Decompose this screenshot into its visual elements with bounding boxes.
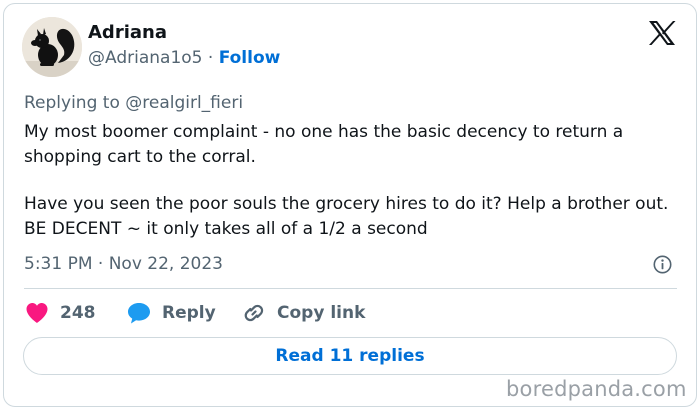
x-logo-icon[interactable] <box>648 20 676 46</box>
reply-label: Reply <box>162 303 216 323</box>
watermark: boredpanda.com <box>506 377 687 401</box>
tweet-paragraph-1: My most boomer complaint - no one has th… <box>24 122 624 167</box>
author-avatar[interactable] <box>22 17 82 77</box>
author-handle-row: @Adriana1o5 · Follow <box>88 46 280 70</box>
copy-link-label: Copy link <box>277 303 366 323</box>
author-handle[interactable]: @Adriana1o5 <box>88 48 202 68</box>
reply-button[interactable]: Reply <box>126 300 216 326</box>
reply-bubble-icon <box>126 300 152 326</box>
read-replies-label: Read 11 replies <box>275 346 425 366</box>
tweet-timestamp[interactable]: 5:31 PM · Nov 22, 2023 <box>24 252 223 276</box>
squirrel-icon <box>22 17 82 77</box>
read-replies-button[interactable]: Read 11 replies <box>23 337 677 375</box>
copy-link-button[interactable]: Copy link <box>241 300 365 326</box>
like-count: 248 <box>60 303 96 323</box>
tweet-text: My most boomer complaint - no one has th… <box>24 120 684 242</box>
divider <box>24 288 677 289</box>
replying-to-line: Replying to @realgirl_fieri <box>24 93 244 113</box>
author-name[interactable]: Adriana <box>88 20 167 46</box>
follow-button[interactable]: Follow <box>219 48 281 68</box>
handle-separator: · <box>202 48 219 68</box>
tweet-paragraph-2: Have you seen the poor souls the grocery… <box>24 194 669 239</box>
link-icon <box>241 300 267 326</box>
like-button[interactable]: 248 <box>24 300 96 326</box>
info-icon[interactable] <box>653 255 672 274</box>
heart-icon <box>24 300 50 326</box>
